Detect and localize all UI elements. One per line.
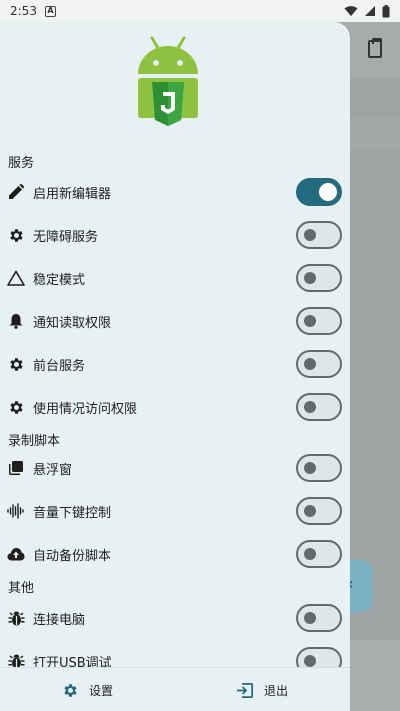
exit-icon: [237, 682, 253, 698]
item-accessibility-service[interactable]: 无障碍服务: [0, 215, 350, 255]
item-label: 前台服务: [33, 358, 86, 374]
item-new-editor[interactable]: 启用新编辑器: [0, 172, 350, 212]
item-label: 音量下键控制: [33, 505, 112, 521]
bell-icon: [7, 312, 25, 330]
section-header-other: 其他: [8, 581, 35, 596]
toggle-knob: [304, 655, 316, 667]
bug-icon: [7, 609, 25, 627]
item-label: 稳定模式: [33, 272, 86, 288]
new-editor-toggle[interactable]: [296, 178, 342, 206]
status-bar: 2:53 A: [0, 0, 400, 22]
battery-icon: [382, 4, 390, 17]
item-connect-computer[interactable]: 连接电脑: [0, 598, 350, 638]
volume-down-control-toggle[interactable]: [296, 497, 342, 525]
connect-computer-toggle[interactable]: [296, 604, 342, 632]
gear-icon: [7, 398, 25, 416]
exit-label: 退出: [264, 683, 289, 698]
navigation-drawer: 服务 启用新编辑器 无障碍服务 稳定模式 通知读取权限 前台服务 使用情况访问权…: [0, 22, 350, 711]
auto-backup-toggle[interactable]: [296, 540, 342, 568]
toggle-knob: [304, 612, 316, 624]
stable-mode-toggle[interactable]: [296, 264, 342, 292]
item-label: 无障碍服务: [33, 229, 99, 245]
item-usage-access[interactable]: 使用情况访问权限: [0, 387, 350, 427]
section-header-services: 服务: [8, 156, 35, 171]
item-stable-mode[interactable]: 稳定模式: [0, 258, 350, 298]
item-floating-window[interactable]: 悬浮窗: [0, 448, 350, 488]
cloud-upload-icon: [7, 545, 25, 563]
gear-icon: [7, 226, 25, 244]
item-auto-backup[interactable]: 自动备份脚本: [0, 534, 350, 574]
pencil-icon: [7, 183, 25, 201]
toggle-knob: [304, 315, 316, 327]
item-foreground-service[interactable]: 前台服务: [0, 344, 350, 384]
exit-button[interactable]: 退出: [236, 678, 288, 702]
section-header-record-script: 录制脚本: [8, 434, 61, 449]
gear-icon: [7, 355, 25, 373]
toggle-knob: [304, 229, 316, 241]
item-label: 通知读取权限: [33, 315, 112, 331]
audio-wave-icon: [7, 502, 25, 520]
item-notification-access[interactable]: 通知读取权限: [0, 301, 350, 341]
drawer-bottom-bar: 设置 退出: [0, 667, 350, 711]
toggle-knob: [304, 462, 316, 474]
wifi-icon: [344, 6, 358, 16]
toggle-knob: [304, 548, 316, 560]
notification-a-icon: A: [44, 5, 56, 17]
clipboard-icon[interactable]: [368, 38, 382, 58]
toggle-knob: [304, 358, 316, 370]
settings-label: 设置: [89, 683, 114, 698]
toggle-knob: [319, 183, 337, 201]
toggle-knob: [304, 272, 316, 284]
foreground-service-toggle[interactable]: [296, 350, 342, 378]
floating-window-icon: [7, 459, 25, 477]
warning-triangle-icon: [7, 269, 25, 287]
autojs-android-logo: [138, 36, 198, 126]
settings-button[interactable]: 设置: [62, 678, 113, 702]
item-label: 连接电脑: [33, 612, 86, 628]
status-time: 2:53: [10, 4, 37, 18]
signal-icon: [365, 6, 375, 16]
notification-access-toggle[interactable]: [296, 307, 342, 335]
gear-icon: [64, 683, 77, 697]
item-label: 悬浮窗: [33, 462, 73, 478]
toggle-knob: [304, 401, 316, 413]
item-label: 启用新编辑器: [33, 186, 112, 202]
item-label: 自动备份脚本: [33, 548, 112, 564]
floating-window-toggle[interactable]: [296, 454, 342, 482]
accessibility-service-toggle[interactable]: [296, 221, 342, 249]
usage-access-toggle[interactable]: [296, 393, 342, 421]
toggle-knob: [304, 505, 316, 517]
item-volume-down-control[interactable]: 音量下键控制: [0, 491, 350, 531]
item-label: 使用情况访问权限: [33, 401, 138, 417]
